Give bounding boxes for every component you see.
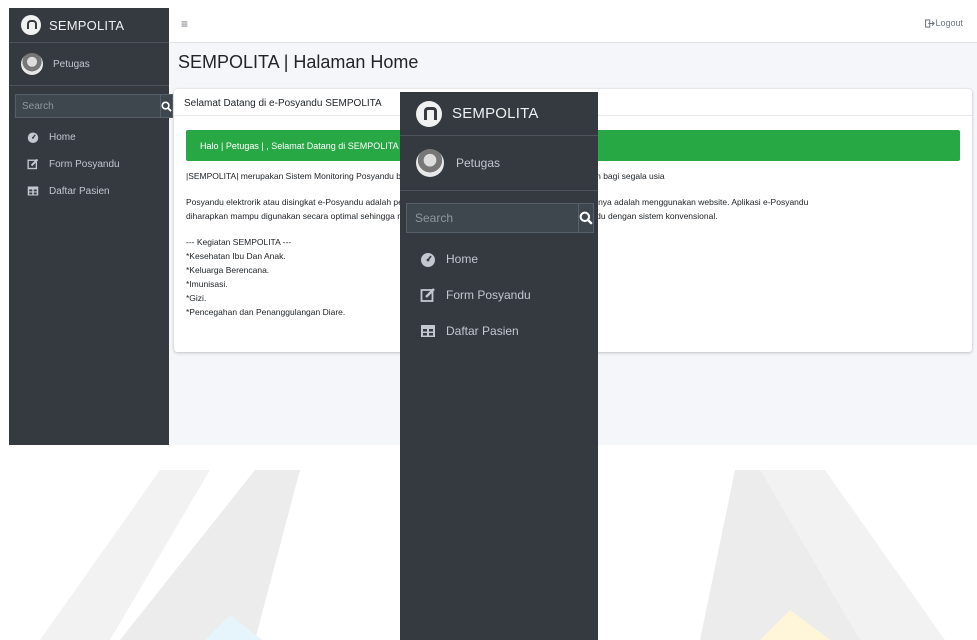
search-button[interactable]: [160, 94, 173, 118]
page-title: SEMPOLITA | Halaman Home: [178, 52, 419, 72]
user-name: Petugas: [456, 156, 501, 170]
sidebar-item-label: Daftar Pasien: [49, 186, 110, 197]
sidebar-item-label: Home: [49, 132, 76, 143]
user-name: Petugas: [53, 58, 90, 70]
table-icon: [27, 185, 41, 199]
brand-link[interactable]: SEMPOLITA: [400, 92, 598, 136]
brand-logo-icon: [21, 15, 41, 35]
dashboard-icon: [27, 131, 41, 145]
sidebar-item-home[interactable]: Home: [400, 241, 598, 277]
logout-button[interactable]: Logout: [925, 18, 963, 28]
brand-logo-icon: [416, 100, 442, 127]
avatar: [21, 53, 43, 75]
brand-name: SEMPOLITA: [49, 17, 125, 33]
sidebar-item-home[interactable]: Home: [9, 124, 169, 151]
search-icon: [161, 100, 172, 112]
sidebar-search: [15, 94, 173, 118]
top-navbar: ≡ Logout: [169, 8, 977, 43]
sidebar-item-label: Form Posyandu: [49, 159, 120, 170]
table-icon: [420, 323, 436, 339]
search-input[interactable]: [406, 203, 578, 233]
menu-toggle-icon[interactable]: ≡: [181, 17, 188, 31]
sidebar-item-daftar-pasien[interactable]: Daftar Pasien: [9, 178, 169, 205]
edit-icon: [27, 158, 41, 172]
sidebar: SEMPOLITA Petugas Home Form Posyandu Daf…: [9, 8, 173, 445]
sidebar-item-form-posyandu[interactable]: Form Posyandu: [9, 151, 169, 178]
sidebar-item-form-posyandu[interactable]: Form Posyandu: [400, 277, 598, 313]
edit-icon: [420, 287, 436, 303]
user-panel[interactable]: Petugas: [9, 43, 169, 86]
sidebar-item-daftar-pasien[interactable]: Daftar Pasien: [400, 313, 598, 349]
sidebar-item-label: Form Posyandu: [446, 288, 531, 302]
brand-link[interactable]: SEMPOLITA: [9, 8, 169, 43]
sidebar-item-label: Home: [446, 252, 479, 266]
sidebar-zoomed: SEMPOLITA Petugas Home Form Posyandu Daf…: [400, 92, 598, 640]
dashboard-icon: [420, 251, 436, 267]
user-panel[interactable]: Petugas: [400, 136, 598, 191]
logout-label: Logout: [935, 18, 963, 28]
brand-name: SEMPOLITA: [452, 105, 539, 122]
logout-icon: [925, 18, 936, 28]
search-icon: [579, 211, 593, 225]
sidebar-item-label: Daftar Pasien: [446, 324, 519, 338]
sidebar-search: [406, 203, 594, 233]
search-input[interactable]: [15, 94, 160, 118]
search-button[interactable]: [578, 203, 594, 233]
avatar: [416, 149, 444, 177]
